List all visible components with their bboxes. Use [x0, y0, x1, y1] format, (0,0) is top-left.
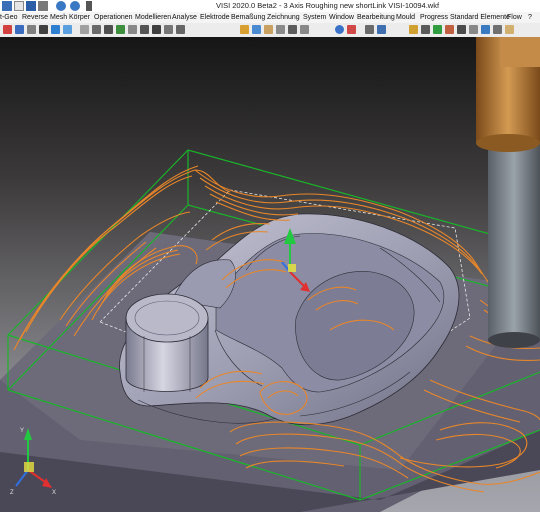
wire-icon[interactable]	[128, 25, 137, 34]
layer-icon[interactable]	[15, 25, 24, 34]
menu-reverse[interactable]: Reverse	[22, 12, 48, 23]
toolbar	[0, 23, 540, 38]
app-icon[interactable]	[2, 1, 12, 11]
workplane-icon[interactable]	[300, 25, 309, 34]
filter-icon[interactable]	[288, 25, 297, 34]
menu-progress[interactable]: Progress	[420, 12, 448, 23]
menu-help[interactable]: ?	[528, 12, 532, 23]
view-front-icon[interactable]	[92, 25, 101, 34]
tool-d-icon[interactable]	[421, 25, 430, 34]
line-icon[interactable]	[51, 25, 60, 34]
info-icon[interactable]	[347, 25, 356, 34]
save-icon[interactable]	[26, 1, 36, 11]
menu-standard-elemente[interactable]: Standard Elemente	[450, 12, 510, 23]
fit-icon[interactable]	[176, 25, 185, 34]
tool-c-icon[interactable]	[409, 25, 418, 34]
svg-text:Z: Z	[10, 490, 14, 496]
tool-a-icon[interactable]	[365, 25, 374, 34]
rotate-icon[interactable]	[140, 25, 149, 34]
menu-zeichnung[interactable]: Zeichnung	[267, 12, 300, 23]
select-icon[interactable]	[3, 25, 12, 34]
svg-text:X: X	[52, 490, 56, 496]
svg-text:Y: Y	[20, 428, 24, 434]
zoom-icon[interactable]	[164, 25, 173, 34]
redo-icon[interactable]	[70, 1, 80, 11]
dropdown-icon[interactable]	[86, 1, 92, 11]
undo-icon[interactable]	[56, 1, 66, 11]
snap-icon[interactable]	[240, 25, 249, 34]
tool-h-icon[interactable]	[469, 25, 478, 34]
cylinder-boss[interactable]	[125, 293, 209, 392]
tool-j-icon[interactable]	[493, 25, 502, 34]
view-top-icon[interactable]	[104, 25, 113, 34]
tool-f-icon[interactable]	[445, 25, 454, 34]
menu-window[interactable]: Window	[329, 12, 354, 23]
shade-icon[interactable]	[116, 25, 125, 34]
menu-koerper[interactable]: Körper	[69, 12, 90, 23]
tool-e-icon[interactable]	[433, 25, 442, 34]
menu-bemassung[interactable]: Bemaßung	[231, 12, 265, 23]
3d-viewport[interactable]: Y X Z	[0, 37, 540, 512]
print-icon[interactable]	[38, 1, 48, 11]
menu-operationen[interactable]: Operationen	[94, 12, 133, 23]
measure-icon[interactable]	[252, 25, 261, 34]
grid-icon[interactable]	[27, 25, 36, 34]
new-file-icon[interactable]	[14, 1, 24, 11]
menu-mould[interactable]: Mould	[396, 12, 415, 23]
cad-scene: Y X Z	[0, 37, 540, 512]
menu-modellieren[interactable]: Modellieren	[135, 12, 171, 23]
box-icon[interactable]	[80, 25, 89, 34]
tool-i-icon[interactable]	[481, 25, 490, 34]
menu-flow[interactable]: Flow	[507, 12, 522, 23]
point-icon[interactable]	[39, 25, 48, 34]
help-icon[interactable]	[335, 25, 344, 34]
menu-elektrode[interactable]: Elektrode	[200, 12, 230, 23]
menu-wirgeo[interactable]: t-Geo	[0, 12, 18, 23]
menu-system[interactable]: System	[303, 12, 326, 23]
menu-analyse[interactable]: Analyse	[172, 12, 197, 23]
tool-g-icon[interactable]	[457, 25, 466, 34]
menu-bearbeitung[interactable]: Bearbeitung	[357, 12, 395, 23]
tool-k-icon[interactable]	[505, 25, 514, 34]
menu-mesh[interactable]: Mesh	[50, 12, 67, 23]
tool-b-icon[interactable]	[377, 25, 386, 34]
window-title: VISI 2020.0 Beta2 - 3 Axis Roughing new …	[216, 1, 440, 10]
layers-panel-icon[interactable]	[264, 25, 273, 34]
pan-icon[interactable]	[152, 25, 161, 34]
arc-icon[interactable]	[63, 25, 72, 34]
attrib-icon[interactable]	[276, 25, 285, 34]
